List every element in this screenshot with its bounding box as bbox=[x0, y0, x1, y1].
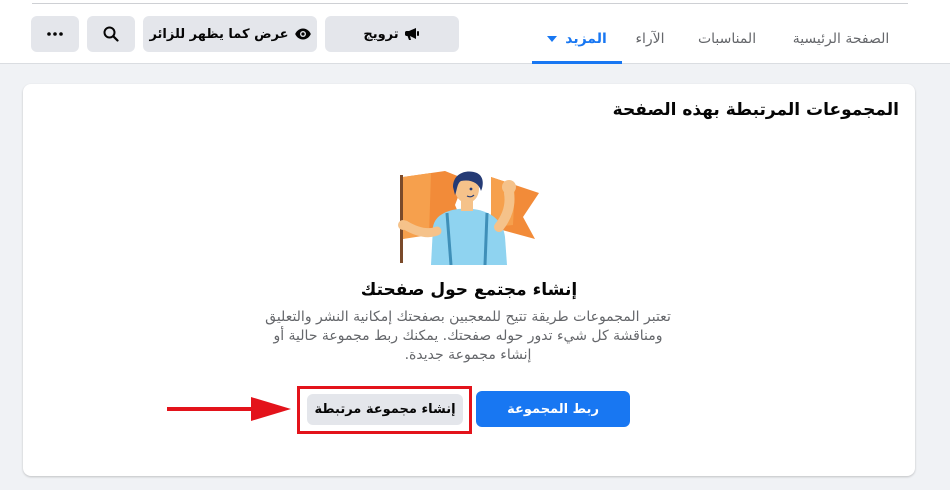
groups-description: تعتبر المجموعات طريقة تتيح للمعجبين بصفح… bbox=[265, 309, 671, 363]
community-illustration bbox=[395, 169, 545, 266]
tab-more-label: المزيد bbox=[565, 31, 607, 47]
promote-label: ترويج bbox=[363, 26, 399, 42]
more-dots-icon bbox=[47, 32, 63, 36]
create-linked-group-button[interactable]: إنشاء مجموعة مرتبطة bbox=[307, 394, 463, 425]
link-group-label: ربط المجموعة bbox=[507, 401, 599, 417]
card-title: المجموعات المرتبطة بهذه الصفحة bbox=[612, 100, 899, 120]
tab-home[interactable]: الصفحة الرئيسية bbox=[780, 14, 902, 64]
create-linked-group-label: إنشاء مجموعة مرتبطة bbox=[314, 402, 456, 417]
view-as-visitor-label: عرض كما يظهر للزائر bbox=[149, 26, 289, 42]
caret-down-icon bbox=[547, 36, 558, 42]
link-group-button[interactable]: ربط المجموعة bbox=[476, 391, 630, 427]
linked-groups-card: المجموعات المرتبطة بهذه الصفحة إنشاء مجت… bbox=[23, 84, 915, 476]
tab-home-label: الصفحة الرئيسية bbox=[792, 31, 890, 47]
search-button[interactable] bbox=[87, 16, 135, 52]
search-icon bbox=[103, 26, 119, 42]
view-as-visitor-button[interactable]: عرض كما يظهر للزائر bbox=[143, 16, 317, 52]
promote-button[interactable]: ترويج bbox=[325, 16, 459, 52]
active-tab-indicator bbox=[532, 61, 622, 64]
create-community-headline: إنشاء مجتمع حول صفحتك bbox=[360, 280, 578, 300]
tab-events-label: المناسبات bbox=[697, 31, 757, 47]
nav-divider bbox=[32, 3, 908, 4]
tab-reviews-label: الآراء bbox=[635, 31, 665, 47]
tab-more[interactable]: المزيد bbox=[532, 14, 622, 64]
more-options-button[interactable] bbox=[31, 16, 79, 52]
tab-events[interactable]: المناسبات bbox=[684, 14, 770, 64]
megaphone-icon bbox=[404, 27, 421, 41]
eye-icon bbox=[294, 28, 311, 40]
tab-reviews[interactable]: الآراء bbox=[624, 14, 676, 64]
page-nav-bar: الصفحة الرئيسية المناسبات الآراء المزيد … bbox=[0, 0, 950, 64]
